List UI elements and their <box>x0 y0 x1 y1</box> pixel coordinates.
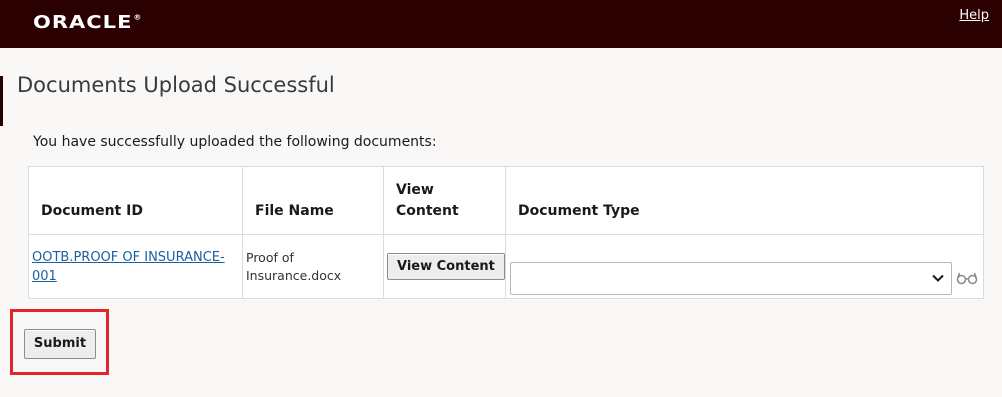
help-link[interactable]: Help <box>959 8 989 23</box>
cell-file-name: Proof of Insurance.docx <box>242 234 384 299</box>
header-view-content-line2: Content <box>396 203 459 219</box>
cell-document-id: OOTB.PROOF OF INSURANCE- 001 <box>28 234 243 299</box>
view-content-button[interactable]: View Content <box>387 253 505 280</box>
app-header: ORACLE® Help <box>0 0 1002 48</box>
registered-mark: ® <box>133 13 143 22</box>
table-header-row: Document ID File Name View Content Docum… <box>28 166 984 235</box>
glasses-icon[interactable] <box>956 271 978 285</box>
intro-text: You have successfully uploaded the follo… <box>33 134 437 150</box>
documents-table: Document ID File Name View Content Docum… <box>28 166 984 299</box>
header-view-content: View Content <box>383 166 506 235</box>
header-document-id: Document ID <box>28 166 243 235</box>
header-view-content-line1: View <box>396 182 434 198</box>
document-id-line1: OOTB.PROOF OF INSURANCE- <box>32 249 225 265</box>
cell-document-type <box>505 234 984 299</box>
document-id-link[interactable]: OOTB.PROOF OF INSURANCE- 001 <box>29 248 242 286</box>
file-name: Proof of Insurance.docx <box>243 249 383 285</box>
document-id-line2: 001 <box>32 268 57 284</box>
cell-view-content: View Content <box>383 234 506 299</box>
file-name-line1: Proof of <box>246 249 294 265</box>
header-document-type: Document Type <box>505 166 984 235</box>
submit-button[interactable]: Submit <box>24 329 96 359</box>
left-edge-accent <box>0 76 3 126</box>
header-file-name: File Name <box>242 166 384 235</box>
page-title: Documents Upload Successful <box>17 73 335 97</box>
chevron-down-icon <box>932 274 944 282</box>
logo-text: ORACLE <box>33 12 133 33</box>
document-type-select[interactable] <box>510 262 952 295</box>
table-row: OOTB.PROOF OF INSURANCE- 001 Proof of In… <box>28 234 984 299</box>
file-name-line2: Insurance.docx <box>246 267 342 283</box>
oracle-logo: ORACLE® <box>33 12 142 32</box>
